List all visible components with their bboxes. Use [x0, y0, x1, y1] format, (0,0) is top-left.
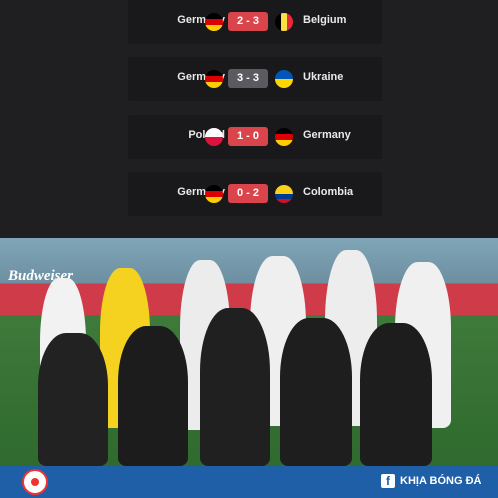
away-team: Colombia [303, 186, 354, 198]
club-logo-icon [22, 469, 48, 495]
poland-flag-icon [205, 128, 223, 146]
belgium-flag-icon [275, 13, 293, 31]
ukraine-flag-icon [275, 70, 293, 88]
result-row[interactable]: Poland 1 - 0 Germany [128, 115, 382, 159]
ad-banner: Budweiser [8, 268, 74, 284]
germany-flag-icon [275, 128, 293, 146]
away-team: Belgium [303, 14, 347, 26]
germany-flag-icon [205, 185, 223, 203]
score-badge: 2 - 3 [228, 12, 268, 31]
facebook-icon[interactable]: f [381, 474, 395, 488]
colombia-flag-icon [275, 185, 293, 203]
team-photo: Budweiser [0, 238, 498, 466]
away-team: Ukraine [303, 71, 344, 83]
footer-bar: f KHỊA BÓNG ĐÁ [0, 466, 498, 498]
match-results-panel: Germany 2 - 3 Belgium Germany 3 - 3 Ukra… [0, 0, 498, 238]
score-badge: 3 - 3 [228, 69, 268, 88]
score-badge: 0 - 2 [228, 184, 268, 203]
result-row[interactable]: Germany 3 - 3 Ukraine [128, 57, 382, 101]
result-row[interactable]: Germany 0 - 2 Colombia [128, 172, 382, 216]
score-badge: 1 - 0 [228, 127, 268, 146]
brand-name: KHỊA BÓNG ĐÁ [400, 475, 482, 487]
germany-flag-icon [205, 70, 223, 88]
away-team: Germany [303, 129, 351, 141]
result-row[interactable]: Germany 2 - 3 Belgium [128, 0, 382, 44]
player-figure [360, 323, 432, 466]
player-figure [200, 308, 270, 466]
player-figure [118, 326, 188, 466]
germany-flag-icon [205, 13, 223, 31]
player-figure [280, 318, 352, 466]
player-figure [38, 333, 108, 466]
